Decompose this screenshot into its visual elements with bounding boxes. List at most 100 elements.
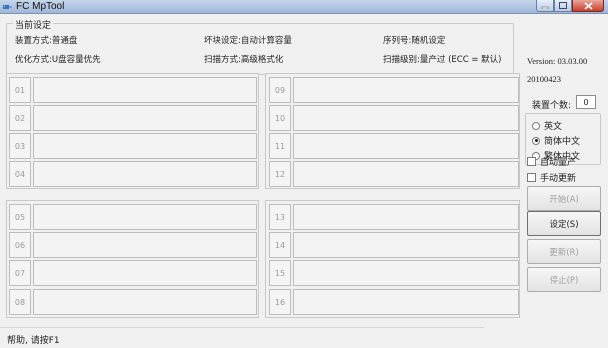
auto-produce-label: 自动量产 bbox=[540, 158, 577, 168]
slot-number: 11 bbox=[269, 133, 291, 159]
slot-status-bar bbox=[33, 161, 257, 187]
current-settings-group: 当前设定 装置方式:普通盘 坏块设定:自动计算容量 序列号:随机设定 优化方式:… bbox=[6, 18, 514, 75]
slot-number: 16 bbox=[269, 289, 291, 315]
slot-number: 01 bbox=[9, 77, 31, 103]
setting-label: 序列号: bbox=[383, 36, 412, 46]
main-window: 当前设定 装置方式:普通盘 坏块设定:自动计算容量 序列号:随机设定 优化方式:… bbox=[0, 14, 608, 348]
manual-update-checkbox[interactable] bbox=[527, 173, 536, 182]
slot-status-bar bbox=[33, 232, 257, 258]
language-option-simplified-chinese[interactable]: 简体中文 bbox=[532, 134, 580, 147]
setting-scan-level: 扫描级别:量产过 (ECC = 默认) bbox=[383, 53, 501, 65]
slot-number: 03 bbox=[9, 133, 31, 159]
slot-number: 05 bbox=[9, 204, 31, 230]
minimize-button[interactable] bbox=[536, 0, 554, 12]
setting-optimize-mode: 优化方式:U盘容量优先 bbox=[15, 53, 101, 65]
maximize-button[interactable] bbox=[554, 0, 572, 12]
radio-label: 英文 bbox=[544, 122, 563, 132]
slot-panel-right-bottom: 13 14 15 16 bbox=[265, 200, 520, 318]
slot-08[interactable]: 08 bbox=[9, 289, 257, 315]
slot-status-bar bbox=[33, 204, 257, 230]
slot-07[interactable]: 07 bbox=[9, 260, 257, 286]
minimize-icon bbox=[541, 6, 549, 9]
slot-panel-right-top: 09 10 11 12 bbox=[265, 73, 520, 189]
slot-number: 10 bbox=[269, 105, 291, 131]
setting-value: 普通盘 bbox=[51, 36, 78, 46]
usb-app-icon bbox=[3, 5, 12, 9]
slot-10[interactable]: 10 bbox=[269, 105, 519, 131]
window-title: FC MpTool bbox=[16, 1, 65, 12]
auto-produce-option[interactable]: 自动量产 bbox=[527, 155, 576, 168]
title-bar[interactable]: FC MpTool bbox=[0, 0, 608, 14]
slot-13[interactable]: 13 bbox=[269, 204, 519, 230]
slot-12[interactable]: 12 bbox=[269, 161, 519, 187]
slot-status-bar bbox=[293, 232, 519, 258]
stop-button[interactable]: 停止(P) bbox=[527, 267, 601, 292]
slot-number: 08 bbox=[9, 289, 31, 315]
slot-status-bar bbox=[293, 105, 519, 131]
setting-label: 优化方式: bbox=[15, 55, 52, 65]
slot-14[interactable]: 14 bbox=[269, 232, 519, 258]
setting-label: 扫描级别: bbox=[383, 55, 420, 65]
radio-button[interactable] bbox=[532, 136, 540, 145]
slot-panel-left-top: 01 02 03 04 bbox=[6, 73, 259, 189]
slot-16[interactable]: 16 bbox=[269, 289, 519, 315]
slot-status-bar bbox=[33, 105, 257, 131]
slot-number: 06 bbox=[9, 232, 31, 258]
slot-status-bar bbox=[33, 133, 257, 159]
slot-11[interactable]: 11 bbox=[269, 133, 519, 159]
slot-15[interactable]: 15 bbox=[269, 260, 519, 286]
current-settings-legend: 当前设定 bbox=[13, 18, 54, 31]
setting-bad-block: 坏块设定:自动计算容量 bbox=[204, 34, 292, 46]
slot-number: 04 bbox=[9, 161, 31, 187]
setting-label: 装置方式: bbox=[15, 36, 52, 46]
setting-value: 量产过 (ECC = 默认) bbox=[419, 55, 502, 65]
slot-04[interactable]: 04 bbox=[9, 161, 257, 187]
auto-produce-checkbox[interactable] bbox=[527, 157, 536, 166]
slot-status-bar bbox=[293, 161, 519, 187]
slot-status-bar bbox=[293, 77, 519, 103]
setting-value: 自动计算容量 bbox=[240, 36, 292, 46]
settings-button[interactable]: 设定(S) bbox=[527, 211, 601, 236]
maximize-icon bbox=[559, 2, 567, 9]
slot-status-bar bbox=[293, 260, 519, 286]
setting-value: 随机设定 bbox=[411, 36, 446, 46]
status-bar: 帮助, 请按F1 bbox=[0, 327, 484, 348]
close-icon bbox=[583, 1, 593, 10]
slot-panel-left-bottom: 05 06 07 08 bbox=[6, 200, 259, 318]
radio-button[interactable] bbox=[532, 121, 540, 130]
slot-01[interactable]: 01 bbox=[9, 77, 257, 103]
radio-label: 简体中文 bbox=[544, 137, 581, 147]
slot-06[interactable]: 06 bbox=[9, 232, 257, 258]
status-text: 帮助, 请按F1 bbox=[7, 336, 60, 346]
setting-value: U盘容量优先 bbox=[51, 55, 101, 65]
slot-status-bar bbox=[293, 289, 519, 315]
slot-number: 09 bbox=[269, 77, 291, 103]
slot-status-bar bbox=[293, 204, 519, 230]
slot-number: 14 bbox=[269, 232, 291, 258]
slot-status-bar bbox=[33, 77, 257, 103]
version-label: Version: 03.03.00 bbox=[527, 56, 588, 66]
update-button[interactable]: 更新(R) bbox=[527, 239, 601, 264]
language-option-english[interactable]: 英文 bbox=[532, 119, 562, 132]
slot-status-bar bbox=[33, 289, 257, 315]
slot-03[interactable]: 03 bbox=[9, 133, 257, 159]
slot-number: 02 bbox=[9, 105, 31, 131]
manual-update-option[interactable]: 手动更新 bbox=[527, 171, 576, 184]
setting-device-mode: 装置方式:普通盘 bbox=[15, 34, 77, 46]
start-button[interactable]: 开始(A) bbox=[527, 186, 601, 211]
build-date: 20100423 bbox=[527, 74, 561, 84]
device-count-label: 装置个数: bbox=[532, 101, 572, 111]
device-count-value: 0 bbox=[576, 95, 596, 109]
slot-number: 12 bbox=[269, 161, 291, 187]
manual-update-label: 手动更新 bbox=[540, 174, 577, 184]
slot-05[interactable]: 05 bbox=[9, 204, 257, 230]
slot-number: 15 bbox=[269, 260, 291, 286]
slot-status-bar bbox=[33, 260, 257, 286]
slot-number: 13 bbox=[269, 204, 291, 230]
window-controls bbox=[536, 0, 604, 13]
slot-09[interactable]: 09 bbox=[269, 77, 519, 103]
slot-02[interactable]: 02 bbox=[9, 105, 257, 131]
slot-status-bar bbox=[293, 133, 519, 159]
close-button[interactable] bbox=[572, 0, 604, 12]
setting-serial-number: 序列号:随机设定 bbox=[383, 34, 445, 46]
